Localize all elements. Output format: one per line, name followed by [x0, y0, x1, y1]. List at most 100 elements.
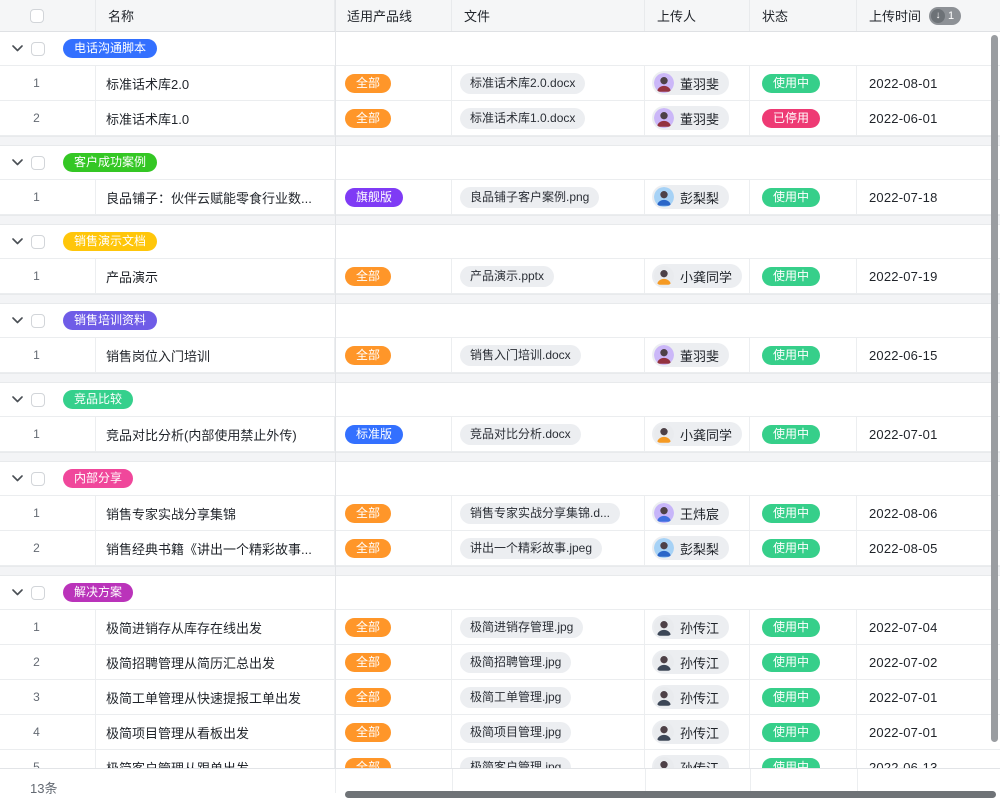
file-cell[interactable]: 产品演示.pptx [452, 259, 645, 293]
file-attachment-chip[interactable]: 讲出一个精彩故事.jpeg [460, 538, 602, 559]
name-cell[interactable]: 良品铺子：伙伴云赋能零食行业数... [96, 180, 335, 214]
name-cell[interactable]: 标准话术库2.0 [96, 66, 335, 100]
chevron-down-icon[interactable] [10, 156, 24, 170]
column-header-date[interactable]: 上传时间 ↓ 1 [857, 0, 1000, 31]
product-line-cell[interactable]: 全部 [335, 496, 452, 530]
table-row[interactable]: 4 极简项目管理从看板出发 全部 极简项目管理.jpg 孙传江 使用中 2022… [0, 715, 1000, 750]
chevron-down-icon[interactable] [10, 472, 24, 486]
name-cell[interactable]: 竞品对比分析(内部使用禁止外传) [96, 417, 335, 451]
user-chip[interactable]: 孙传江 [652, 650, 729, 674]
name-cell[interactable]: 极简工单管理从快速提报工单出发 [96, 680, 335, 714]
file-attachment-chip[interactable]: 极简工单管理.jpg [460, 687, 571, 708]
column-header-file[interactable]: 文件 [452, 0, 645, 31]
product-line-cell[interactable]: 全部 [335, 531, 452, 565]
file-attachment-chip[interactable]: 标准话术库1.0.docx [460, 108, 585, 129]
uploader-cell[interactable]: 董羽斐 [645, 101, 750, 135]
name-cell[interactable]: 极简客户管理从跟单出发 [96, 750, 335, 768]
table-row[interactable]: 2 销售经典书籍《讲出一个精彩故事... 全部 讲出一个精彩故事.jpeg 彭梨… [0, 531, 1000, 566]
product-line-cell[interactable]: 全部 [335, 259, 452, 293]
user-chip[interactable]: 小龚同学 [652, 422, 742, 446]
user-chip[interactable]: 孙传江 [652, 685, 729, 709]
file-attachment-chip[interactable]: 产品演示.pptx [460, 266, 554, 287]
user-chip[interactable]: 彭梨梨 [652, 185, 729, 209]
upload-date-cell[interactable]: 2022-08-05 [857, 531, 1000, 565]
upload-date-cell[interactable]: 2022-06-01 [857, 101, 1000, 135]
file-attachment-chip[interactable]: 销售入门培训.docx [460, 345, 581, 366]
status-cell[interactable]: 使用中 [750, 610, 857, 644]
upload-date-cell[interactable]: 2022-06-15 [857, 338, 1000, 372]
user-chip[interactable]: 小龚同学 [652, 264, 742, 288]
name-cell[interactable]: 销售经典书籍《讲出一个精彩故事... [96, 531, 335, 565]
file-attachment-chip[interactable]: 极简项目管理.jpg [460, 722, 571, 743]
uploader-cell[interactable]: 董羽斐 [645, 66, 750, 100]
status-cell[interactable]: 使用中 [750, 338, 857, 372]
chevron-down-icon[interactable] [10, 42, 24, 56]
user-chip[interactable]: 董羽斐 [652, 343, 729, 367]
upload-date-cell[interactable]: 2022-07-01 [857, 680, 1000, 714]
file-attachment-chip[interactable]: 极简招聘管理.jpg [460, 652, 571, 673]
file-cell[interactable]: 极简招聘管理.jpg [452, 645, 645, 679]
file-attachment-chip[interactable]: 销售专家实战分享集锦.d... [460, 503, 620, 524]
group-select-checkbox[interactable] [31, 472, 45, 486]
status-cell[interactable]: 使用中 [750, 680, 857, 714]
uploader-cell[interactable]: 董羽斐 [645, 338, 750, 372]
name-cell[interactable]: 极简进销存从库存在线出发 [96, 610, 335, 644]
table-row[interactable]: 1 良品铺子：伙伴云赋能零食行业数... 旗舰版 良品铺子客户案例.png 彭梨… [0, 180, 1000, 215]
group-select-checkbox[interactable] [31, 235, 45, 249]
status-cell[interactable]: 使用中 [750, 531, 857, 565]
table-row[interactable]: 1 销售岗位入门培训 全部 销售入门培训.docx 董羽斐 使用中 2022-0… [0, 338, 1000, 373]
uploader-cell[interactable]: 彭梨梨 [645, 180, 750, 214]
upload-date-cell[interactable]: 2022-08-06 [857, 496, 1000, 530]
upload-date-cell[interactable]: 2022-06-13 [857, 750, 1000, 768]
file-cell[interactable]: 竞品对比分析.docx [452, 417, 645, 451]
chevron-down-icon[interactable] [10, 314, 24, 328]
uploader-cell[interactable]: 王炜宸 [645, 496, 750, 530]
file-attachment-chip[interactable]: 极简客户管理.jpg [460, 757, 571, 769]
group-select-checkbox[interactable] [31, 156, 45, 170]
product-line-cell[interactable]: 旗舰版 [335, 180, 452, 214]
table-row[interactable]: 1 竞品对比分析(内部使用禁止外传) 标准版 竞品对比分析.docx 小龚同学 … [0, 417, 1000, 452]
product-line-cell[interactable]: 全部 [335, 66, 452, 100]
upload-date-cell[interactable]: 2022-08-01 [857, 66, 1000, 100]
uploader-cell[interactable]: 孙传江 [645, 680, 750, 714]
table-row[interactable]: 2 极简招聘管理从简历汇总出发 全部 极简招聘管理.jpg 孙传江 使用中 20… [0, 645, 1000, 680]
chevron-down-icon[interactable] [10, 235, 24, 249]
sort-badge[interactable]: ↓ 1 [929, 7, 961, 25]
table-row[interactable]: 1 产品演示 全部 产品演示.pptx 小龚同学 使用中 2022-07-19 [0, 259, 1000, 294]
chevron-down-icon[interactable] [10, 393, 24, 407]
upload-date-cell[interactable]: 2022-07-01 [857, 715, 1000, 749]
user-chip[interactable]: 王炜宸 [652, 501, 729, 525]
name-cell[interactable]: 销售专家实战分享集锦 [96, 496, 335, 530]
file-cell[interactable]: 标准话术库1.0.docx [452, 101, 645, 135]
name-cell[interactable]: 产品演示 [96, 259, 335, 293]
name-cell[interactable]: 销售岗位入门培训 [96, 338, 335, 372]
user-chip[interactable]: 孙传江 [652, 720, 729, 744]
uploader-cell[interactable]: 孙传江 [645, 715, 750, 749]
vertical-scrollbar[interactable] [991, 35, 998, 742]
status-cell[interactable]: 使用中 [750, 750, 857, 768]
table-row[interactable]: 1 销售专家实战分享集锦 全部 销售专家实战分享集锦.d... 王炜宸 使用中 … [0, 496, 1000, 531]
upload-date-cell[interactable]: 2022-07-19 [857, 259, 1000, 293]
user-chip[interactable]: 孙传江 [652, 615, 729, 639]
product-line-cell[interactable]: 全部 [335, 610, 452, 644]
file-cell[interactable]: 良品铺子客户案例.png [452, 180, 645, 214]
file-attachment-chip[interactable]: 标准话术库2.0.docx [460, 73, 585, 94]
file-attachment-chip[interactable]: 极简进销存管理.jpg [460, 617, 583, 638]
upload-date-cell[interactable]: 2022-07-01 [857, 417, 1000, 451]
status-cell[interactable]: 使用中 [750, 715, 857, 749]
column-header-uploader[interactable]: 上传人 [645, 0, 750, 31]
upload-date-cell[interactable]: 2022-07-18 [857, 180, 1000, 214]
table-row[interactable]: 1 极简进销存从库存在线出发 全部 极简进销存管理.jpg 孙传江 使用中 20… [0, 610, 1000, 645]
status-cell[interactable]: 使用中 [750, 66, 857, 100]
product-line-cell[interactable]: 全部 [335, 750, 452, 768]
status-cell[interactable]: 使用中 [750, 645, 857, 679]
group-select-checkbox[interactable] [31, 314, 45, 328]
file-cell[interactable]: 标准话术库2.0.docx [452, 66, 645, 100]
status-cell[interactable]: 使用中 [750, 496, 857, 530]
user-chip[interactable]: 董羽斐 [652, 106, 729, 130]
file-cell[interactable]: 销售专家实战分享集锦.d... [452, 496, 645, 530]
status-cell[interactable]: 使用中 [750, 417, 857, 451]
horizontal-scrollbar[interactable] [345, 791, 996, 798]
uploader-cell[interactable]: 彭梨梨 [645, 531, 750, 565]
file-cell[interactable]: 极简进销存管理.jpg [452, 610, 645, 644]
